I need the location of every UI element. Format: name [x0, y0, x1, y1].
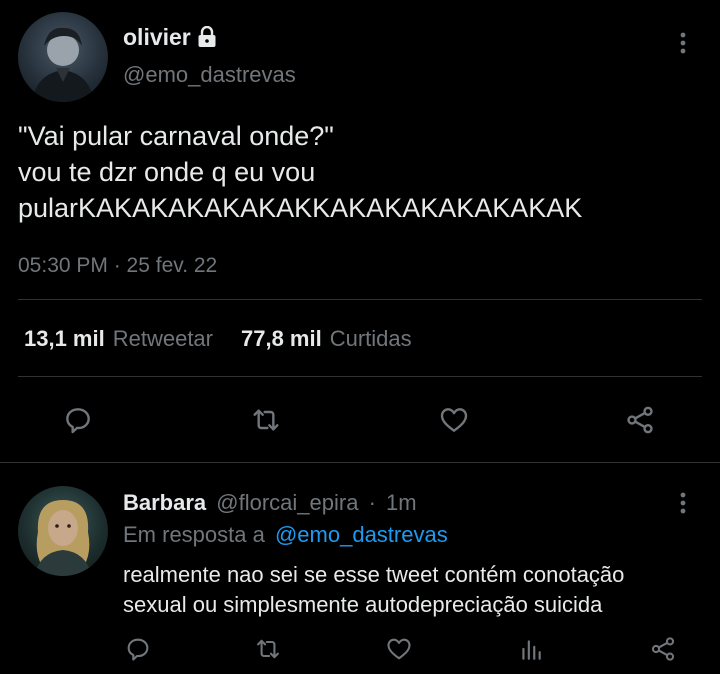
heart-icon[interactable] — [382, 632, 416, 666]
section-divider — [0, 462, 720, 463]
reply-icon[interactable] — [58, 400, 98, 440]
analytics-icon[interactable] — [514, 632, 548, 666]
author-name[interactable]: olivier — [123, 24, 191, 51]
likes-label: Curtidas — [329, 326, 412, 351]
reply-author-handle[interactable]: @florcai_epira — [216, 490, 358, 515]
likes-count: 77,8 mil — [241, 326, 322, 351]
lock-icon — [197, 26, 217, 48]
tweet-text-line: pularKAKAKAKAKAKAKKAKAKAKAKAKAKAK — [18, 193, 583, 223]
retweet-icon[interactable] — [251, 632, 285, 666]
tweet-text-line: "Vai pular carnaval onde?" — [18, 121, 334, 151]
reply-time[interactable]: 1m — [386, 490, 417, 515]
retweets-label: Retweetar — [112, 326, 213, 351]
tweet-text: "Vai pular carnaval onde?" vou te dzr on… — [18, 118, 582, 226]
retweets-stat[interactable]: 13,1 mil Retweetar — [24, 326, 213, 352]
reply-icon[interactable] — [121, 632, 155, 666]
share-icon[interactable] — [620, 400, 660, 440]
reply-text: realmente nao sei se esse tweet contém c… — [123, 560, 624, 620]
reply-separator: · — [368, 490, 376, 515]
retweet-icon[interactable] — [246, 400, 286, 440]
retweets-count: 13,1 mil — [24, 326, 105, 351]
heart-icon[interactable] — [434, 400, 474, 440]
avatar-portrait — [32, 27, 94, 102]
author-handle[interactable]: @emo_dastrevas — [123, 62, 296, 88]
author-avatar[interactable] — [18, 12, 108, 102]
tweet-stats: 13,1 mil Retweetar 77,8 mil Curtidas — [24, 326, 412, 352]
reply-author-avatar[interactable] — [18, 486, 108, 576]
reply-text-line: sexual ou simplesmente autodepreciação s… — [123, 592, 603, 617]
tweet-timestamp[interactable]: 05:30 PM · 25 fev. 22 — [18, 254, 217, 278]
reply-text-line: realmente nao sei se esse tweet contém c… — [123, 562, 625, 587]
share-icon[interactable] — [646, 632, 680, 666]
more-vertical-icon[interactable] — [666, 488, 700, 518]
avatar-portrait — [34, 500, 92, 576]
divider — [18, 299, 702, 300]
in-reply-to-label: Em resposta a — [123, 522, 265, 547]
likes-stat[interactable]: 77,8 mil Curtidas — [241, 326, 412, 352]
more-vertical-icon[interactable] — [666, 28, 700, 58]
in-reply-to-handle[interactable]: @emo_dastrevas — [275, 522, 448, 547]
tweet-text-line: vou te dzr onde q eu vou — [18, 157, 316, 187]
reply-author-name[interactable]: Barbara — [123, 490, 206, 515]
divider — [18, 376, 702, 377]
